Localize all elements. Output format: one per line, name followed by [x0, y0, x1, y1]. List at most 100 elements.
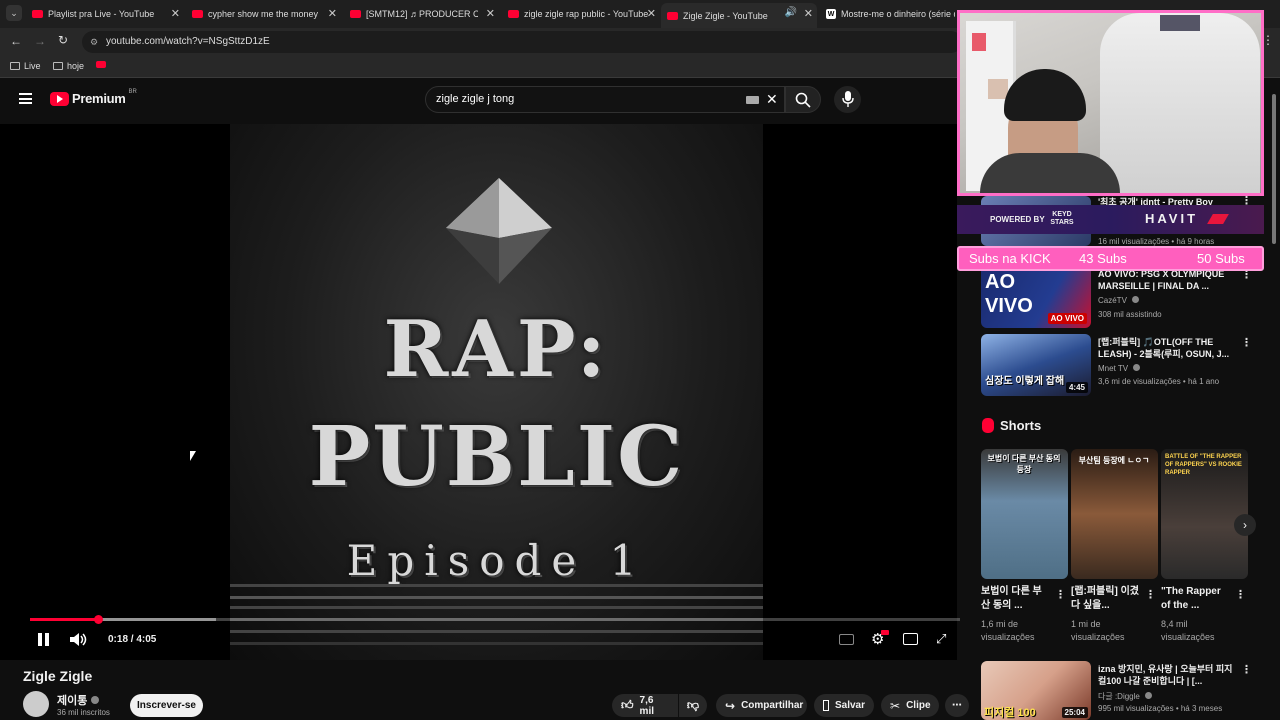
kick-goal: 50 Subs: [1197, 251, 1245, 266]
mouse-cursor-icon: [190, 451, 196, 461]
progress-scrubber[interactable]: [93, 615, 103, 624]
shorts-next-button[interactable]: ›: [1234, 514, 1256, 536]
bookmark-hoje[interactable]: hoje: [53, 61, 84, 71]
settings-icon[interactable]: ⚙: [871, 630, 889, 648]
keyboard-icon[interactable]: [746, 96, 759, 104]
thumbs-up-icon: 👍︎: [621, 698, 634, 712]
tab-wikipedia[interactable]: W Mostre-me o dinheiro (série de: [820, 3, 955, 25]
search-query: zigle zigle j tong: [436, 93, 515, 105]
voice-search-button[interactable]: [834, 86, 861, 113]
close-icon[interactable]: ✕: [486, 7, 495, 20]
recommended-thumbnail[interactable]: 피지컬 100 25:04: [981, 661, 1091, 720]
recommended-channel[interactable]: CazéTV: [1098, 296, 1140, 305]
recommended-title[interactable]: AO VIVO: PSG X OLYMPIQUE MARSEILLE | FIN…: [1098, 268, 1234, 292]
more-options-icon[interactable]: ⋮: [1235, 588, 1246, 601]
tab-cypher[interactable]: cypher show me the money - Y ✕: [186, 3, 341, 25]
more-actions-button[interactable]: ⋯: [945, 694, 969, 717]
subscribe-button[interactable]: Inscrever-se: [130, 694, 203, 717]
share-button[interactable]: ↪ Compartilhar: [716, 694, 807, 717]
premium-label: Premium: [72, 91, 126, 106]
channel-avatar[interactable]: [23, 691, 49, 717]
live-badge: AO VIVO: [1047, 313, 1087, 324]
kick-label: Subs na KICK: [969, 251, 1051, 266]
reload-icon[interactable]: ↻: [58, 33, 68, 47]
volume-button[interactable]: [70, 632, 88, 652]
more-icon: ⋯: [952, 700, 962, 711]
recommended-channel[interactable]: 다글 :Diggle: [1098, 691, 1153, 702]
more-options-icon[interactable]: ⋮: [1241, 336, 1252, 349]
share-icon: ↪: [725, 698, 736, 713]
tab-playlist[interactable]: Playlist pra Live - YouTube ✕: [26, 3, 184, 25]
recommended-title[interactable]: [랩:퍼블릭] 🎵OTL(OFF THE LEASH) - 2블록(루피, OS…: [1098, 336, 1234, 360]
tab-search-button[interactable]: ⌄: [6, 5, 22, 21]
verified-icon: [1132, 296, 1140, 303]
youtube-icon: [667, 11, 678, 20]
youtube-logo[interactable]: Premium BR: [50, 89, 137, 106]
verified-icon: [1145, 692, 1153, 699]
short-title[interactable]: [랩:퍼블릭] 이겼다 싶을...: [1071, 585, 1139, 613]
clip-button[interactable]: ✂ Clipe: [881, 694, 939, 717]
thumbs-down-icon: 👎︎: [686, 698, 700, 712]
bookmark-live[interactable]: Live: [10, 61, 41, 71]
forward-icon[interactable]: →: [34, 34, 46, 48]
short-views: 1 mi de visualizações: [1071, 619, 1125, 642]
sidebar-scrollbar[interactable]: [1272, 94, 1276, 244]
recommended-title[interactable]: izna 방지민, 유사랑 | 오늘부터 피지컬100 나갈 준비합니다 | […: [1098, 663, 1234, 687]
tab-smtm[interactable]: [SMTM12] ♬PRODUCER CYPHE ✕: [344, 3, 499, 25]
more-options-icon[interactable]: ⋮: [1145, 588, 1156, 601]
webcam-overlay: [957, 10, 1264, 196]
more-options-icon[interactable]: ⋮: [1241, 663, 1252, 676]
kick-subs-goal: Subs na KICK 43 Subs 50 Subs: [957, 246, 1264, 271]
recommended-thumbnail[interactable]: AO VIVO AO VIVO: [981, 266, 1091, 328]
close-icon[interactable]: ✕: [328, 7, 337, 20]
channel-name[interactable]: 제이통: [57, 692, 100, 708]
close-icon[interactable]: ✕: [804, 7, 813, 20]
close-icon[interactable]: ✕: [647, 7, 656, 20]
volume-icon: [70, 633, 87, 646]
miniplayer-icon[interactable]: [903, 633, 918, 645]
folder-icon: [10, 62, 20, 70]
bookmark-icon: [823, 700, 829, 711]
clear-search-icon[interactable]: ✕: [766, 87, 778, 112]
thumbnail-text: 피지컬 100: [984, 707, 1036, 719]
kick-current: 43 Subs: [1079, 251, 1127, 266]
site-info-icon[interactable]: ⚙: [90, 31, 98, 53]
close-icon[interactable]: ✕: [171, 7, 180, 20]
short-views: 1,6 mi de visualizações: [981, 619, 1035, 642]
search-input[interactable]: zigle zigle j tong ✕: [425, 86, 785, 113]
like-button[interactable]: 👍︎ 7,6 mil: [612, 694, 678, 717]
pyramid-emblem: [446, 178, 552, 284]
video-title: Zigle Zigle: [23, 668, 93, 684]
short-title[interactable]: "The Rapper of the ...: [1161, 585, 1229, 613]
address-bar[interactable]: ⚙ youtube.com/watch?v=NSgSttzD1zE: [82, 31, 962, 53]
video-player[interactable]: RAP: PUBLIC Episode 1: [0, 124, 957, 660]
recommended-channel[interactable]: Mnet TV: [1098, 364, 1141, 373]
thumbnail-text: 보법이 다른 부산 동의 등장: [987, 454, 1061, 474]
more-options-icon[interactable]: ⋮: [1055, 588, 1066, 601]
recommended-thumbnail[interactable]: 심장도 이렇게 잡해 4:45: [981, 334, 1091, 396]
tab-zigle-zigle[interactable]: Zigle Zigle - YouTube 🔊 ✕: [661, 3, 817, 28]
short-thumbnail[interactable]: BATTLE OF "THE RAPPER OF RAPPERS" VS ROO…: [1161, 449, 1248, 579]
youtube-play-icon: [50, 91, 69, 106]
pause-button[interactable]: [38, 633, 50, 646]
speaker-icon[interactable]: 🔊: [785, 7, 797, 18]
subscriber-count: 36 mil inscritos: [57, 708, 110, 717]
duration-badge: 4:45: [1065, 382, 1088, 393]
tab-rap-public[interactable]: zigle zigle rap public - YouTube ✕: [502, 3, 660, 25]
fullscreen-icon[interactable]: ⤢: [936, 631, 946, 647]
subtitles-icon[interactable]: [839, 634, 854, 645]
back-icon[interactable]: ←: [10, 34, 22, 48]
search-button[interactable]: [785, 86, 821, 113]
recommended-meta: 308 mil assistindo: [1098, 310, 1162, 319]
save-button[interactable]: Salvar: [814, 694, 874, 717]
short-thumbnail[interactable]: 보법이 다른 부산 동의 등장: [981, 449, 1068, 579]
short-thumbnail[interactable]: 부산팀 등장에 ㄴㅇㄱ: [1071, 449, 1158, 579]
art-episode: Episode 1: [346, 536, 647, 585]
menu-icon[interactable]: [19, 93, 32, 104]
bookmark-youtube[interactable]: [96, 61, 106, 68]
address-url: youtube.com/watch?v=NSgSttzD1zE: [106, 36, 270, 47]
folder-icon: [53, 62, 63, 70]
short-title[interactable]: 보법이 다른 부산 동의 ...: [981, 585, 1049, 613]
wikipedia-icon: W: [826, 9, 836, 19]
dislike-button[interactable]: 👎︎: [679, 694, 707, 717]
